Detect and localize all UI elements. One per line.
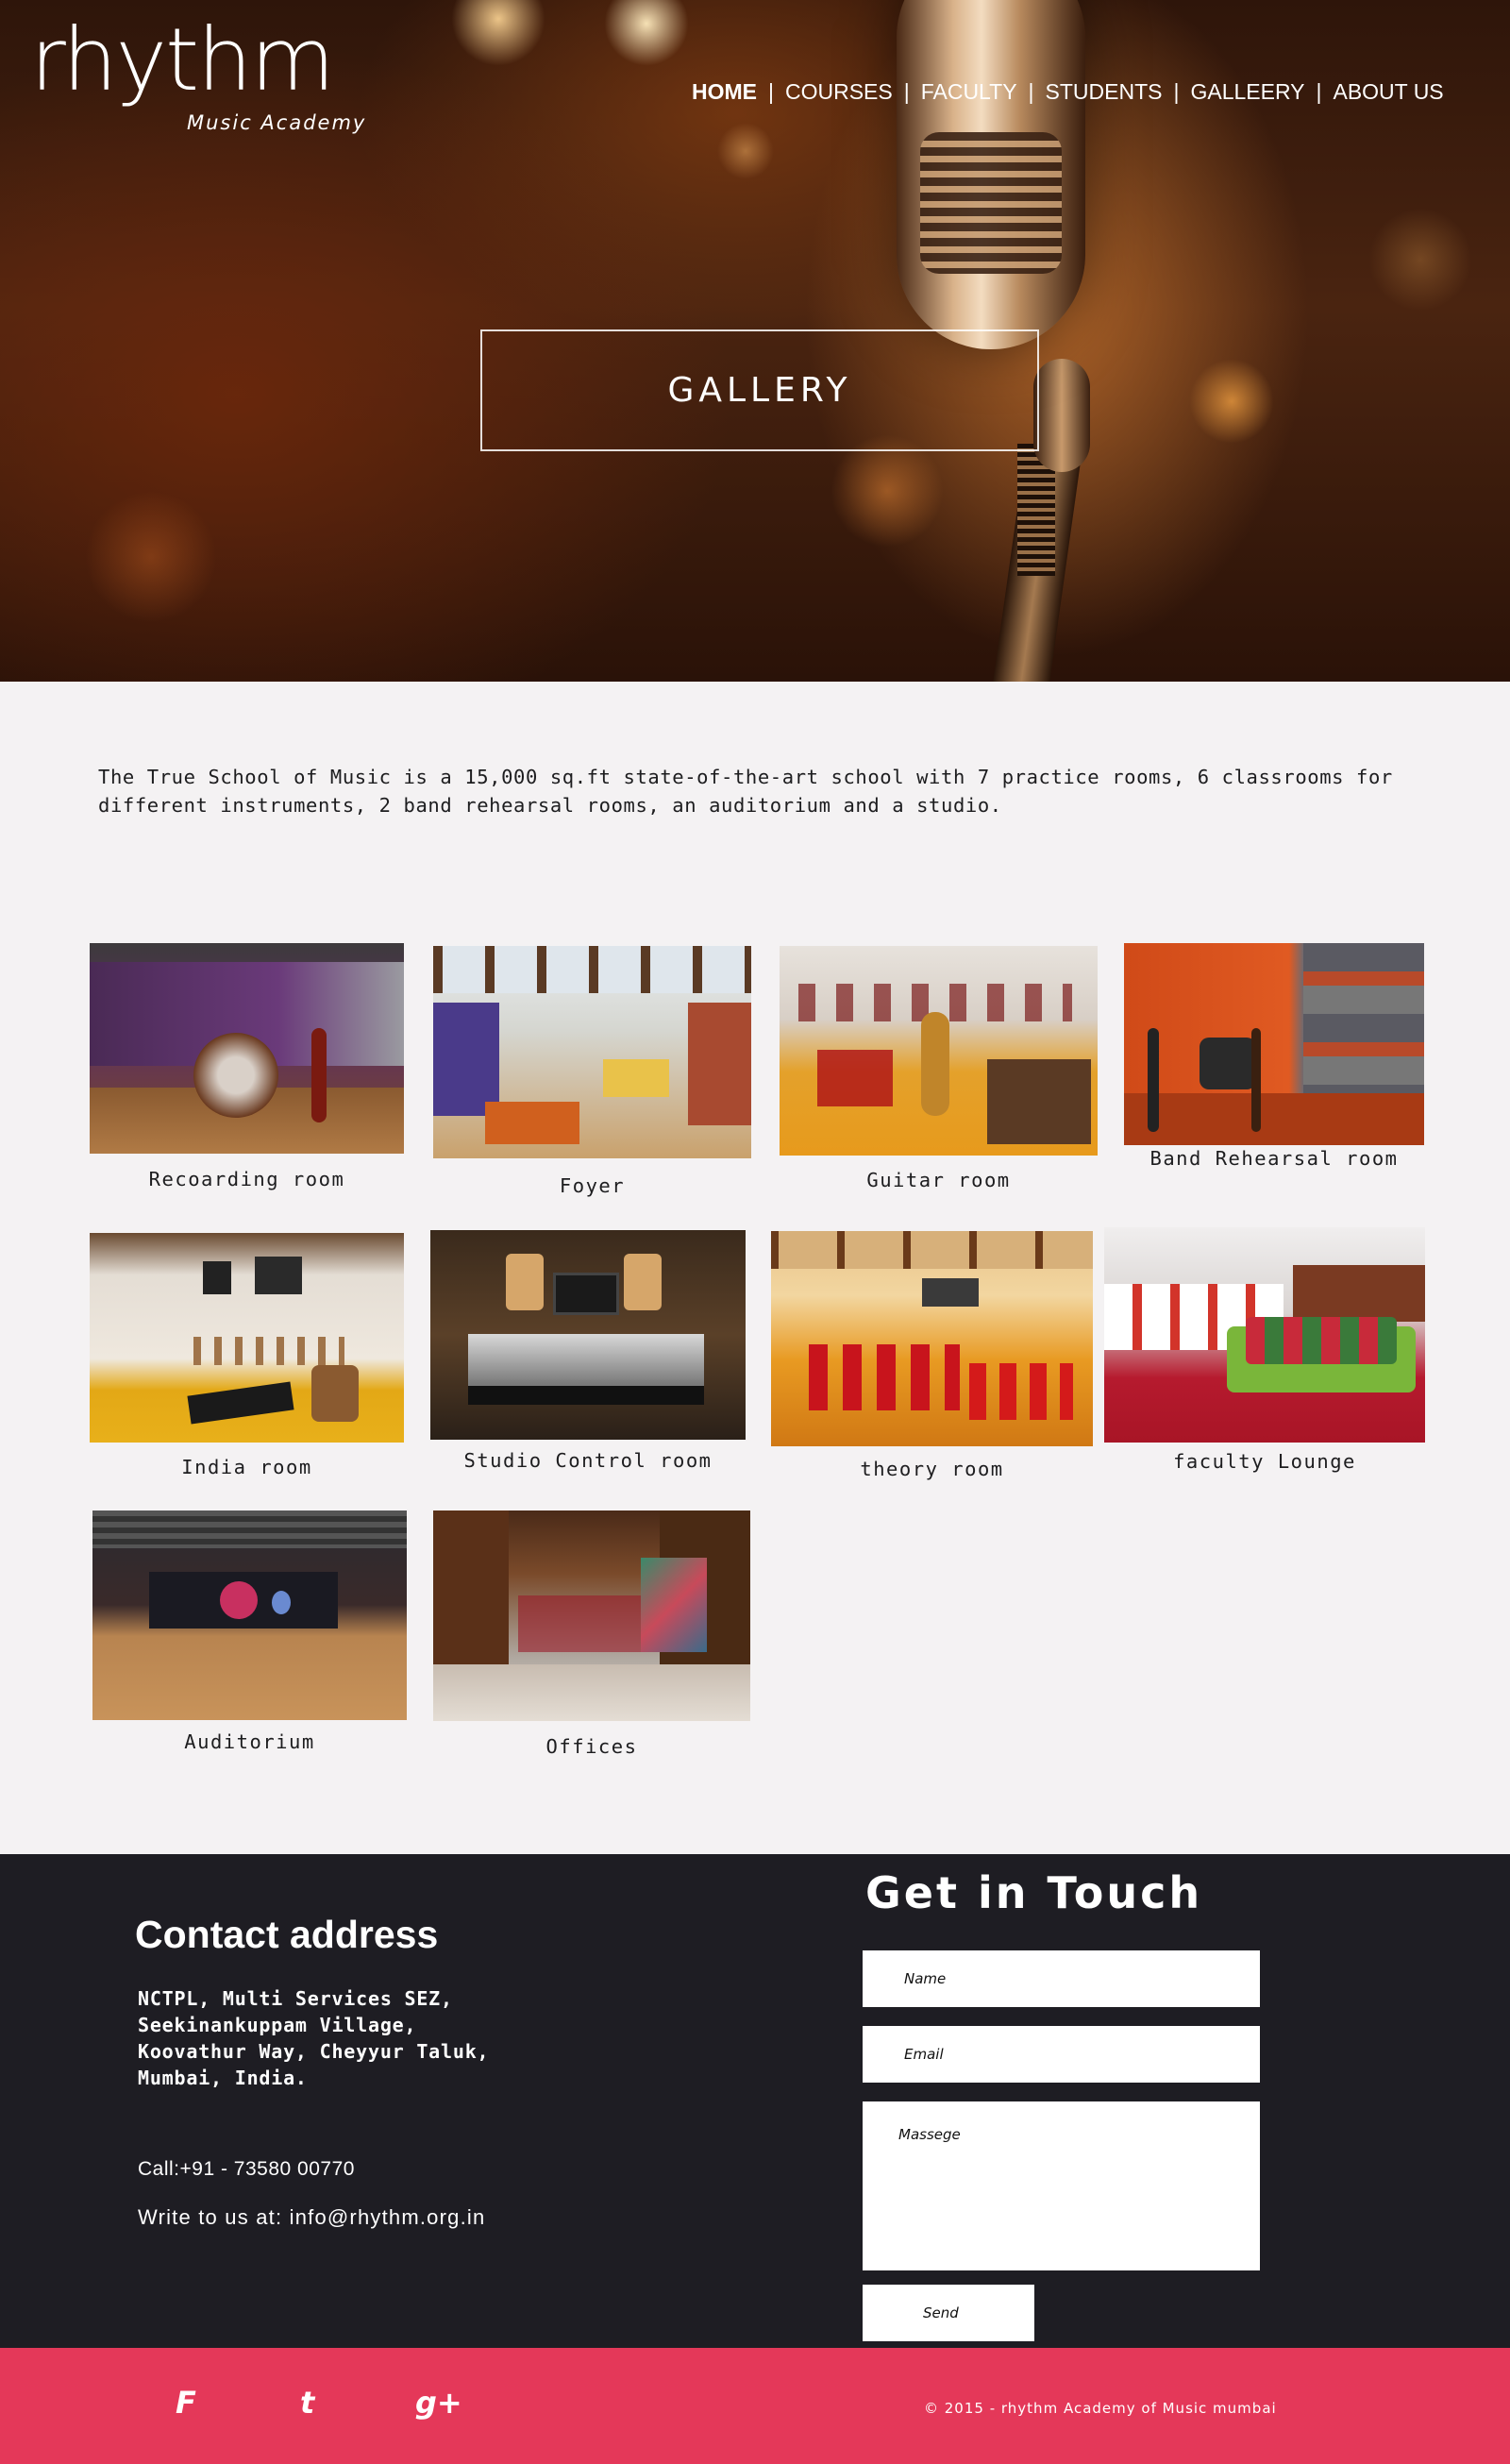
- page-title: GALLERY: [667, 371, 852, 410]
- gallery-caption: Foyer: [559, 1174, 626, 1197]
- nav-separator: |: [1028, 78, 1034, 104]
- logo-wordmark: rhythm: [30, 9, 335, 110]
- send-button[interactable]: Send: [863, 2285, 1034, 2341]
- bokeh-light: [604, 0, 689, 66]
- nav-students[interactable]: STUDENTS: [1046, 79, 1163, 105]
- gallery-item[interactable]: Recoarding room: [90, 943, 404, 1193]
- gallery-caption: Offices: [545, 1735, 638, 1758]
- nav-separator: |: [903, 78, 910, 104]
- intro-paragraph: The True School of Music is a 15,000 sq.…: [98, 766, 1393, 817]
- logo-tagline: Music Academy: [187, 111, 367, 134]
- gallery-photo: [1104, 1227, 1425, 1443]
- bokeh-light: [717, 123, 774, 179]
- gallery-photo: [90, 943, 404, 1154]
- gallery-item[interactable]: Guitar room: [780, 946, 1098, 1196]
- gallery-caption: Recoarding room: [148, 1168, 345, 1190]
- email-field[interactable]: [863, 2026, 1260, 2083]
- gallery-item[interactable]: Foyer: [433, 946, 751, 1201]
- gallery-item[interactable]: Band Rehearsal room: [1124, 943, 1424, 1179]
- contact-email: Write to us at: info@rhythm.org.in: [138, 2205, 486, 2229]
- google-plus-icon[interactable]: g+: [415, 2385, 462, 2421]
- gallery-caption: Band Rehearsal room: [1149, 1147, 1399, 1170]
- gallery-photo: [430, 1230, 746, 1440]
- gallery-item[interactable]: India room: [90, 1233, 404, 1478]
- gallery-caption: India room: [181, 1456, 312, 1478]
- nav-faculty[interactable]: FACULTY: [921, 79, 1017, 105]
- footer-bar: [0, 2348, 1510, 2464]
- nav-home[interactable]: HOME: [692, 79, 757, 105]
- get-in-touch-heading: Get in Touch: [865, 1867, 1203, 1918]
- microphone-grille: [920, 132, 1062, 274]
- gallery-photo: [433, 946, 751, 1158]
- nav-separator: |: [768, 78, 774, 104]
- gallery-caption: Guitar room: [866, 1169, 1011, 1191]
- gallery-caption: Auditorium: [184, 1730, 315, 1753]
- gallery-photo: [780, 946, 1098, 1156]
- contact-heading: Contact address: [135, 1913, 439, 1956]
- name-field[interactable]: [863, 1950, 1260, 2007]
- nav-about-us[interactable]: ABOUT US: [1333, 79, 1443, 105]
- bokeh-light: [1368, 208, 1472, 312]
- copyright-text: © 2015 - rhythm Academy of Music mumbai: [924, 2400, 1277, 2417]
- gallery-photo: [771, 1231, 1093, 1446]
- nav-gallery[interactable]: GALLEERY: [1190, 79, 1304, 105]
- twitter-icon[interactable]: t: [300, 2385, 314, 2421]
- bokeh-light: [85, 491, 217, 623]
- gallery-item[interactable]: Studio Control room: [430, 1230, 746, 1476]
- nav-separator: |: [1316, 78, 1322, 104]
- nav-courses[interactable]: COURSES: [785, 79, 893, 105]
- gallery-item[interactable]: faculty Lounge: [1104, 1227, 1425, 1475]
- facebook-icon[interactable]: F: [176, 2385, 196, 2421]
- message-field[interactable]: [863, 2101, 1260, 2270]
- main-nav: HOME | COURSES | FACULTY | STUDENTS | GA…: [692, 77, 1444, 106]
- gallery-photo: [90, 1233, 404, 1443]
- site-logo[interactable]: rhythm Music Academy: [30, 17, 370, 159]
- gallery-caption: theory room: [860, 1458, 1004, 1480]
- gallery-photo: [1124, 943, 1424, 1145]
- bokeh-light: [830, 434, 944, 548]
- gallery-item[interactable]: theory room: [771, 1231, 1093, 1482]
- gallery-item[interactable]: Auditorium: [92, 1510, 407, 1758]
- hero-title-box: GALLERY: [480, 329, 1039, 451]
- microphone-neck: [1033, 359, 1090, 472]
- nav-separator: |: [1173, 78, 1180, 104]
- gallery-caption: Studio Control room: [463, 1449, 713, 1472]
- contact-address: NCTPL, Multi Services SEZ, Seekinankuppa…: [138, 1987, 490, 2089]
- bokeh-light: [451, 0, 545, 66]
- gallery-photo: [433, 1510, 750, 1721]
- gallery-photo: [92, 1510, 407, 1720]
- contact-phone: Call:+91 - 73580 00770: [138, 2158, 355, 2180]
- gallery-caption: faculty Lounge: [1173, 1450, 1356, 1473]
- gallery-item[interactable]: Offices: [433, 1510, 750, 1762]
- bokeh-light: [1189, 359, 1274, 444]
